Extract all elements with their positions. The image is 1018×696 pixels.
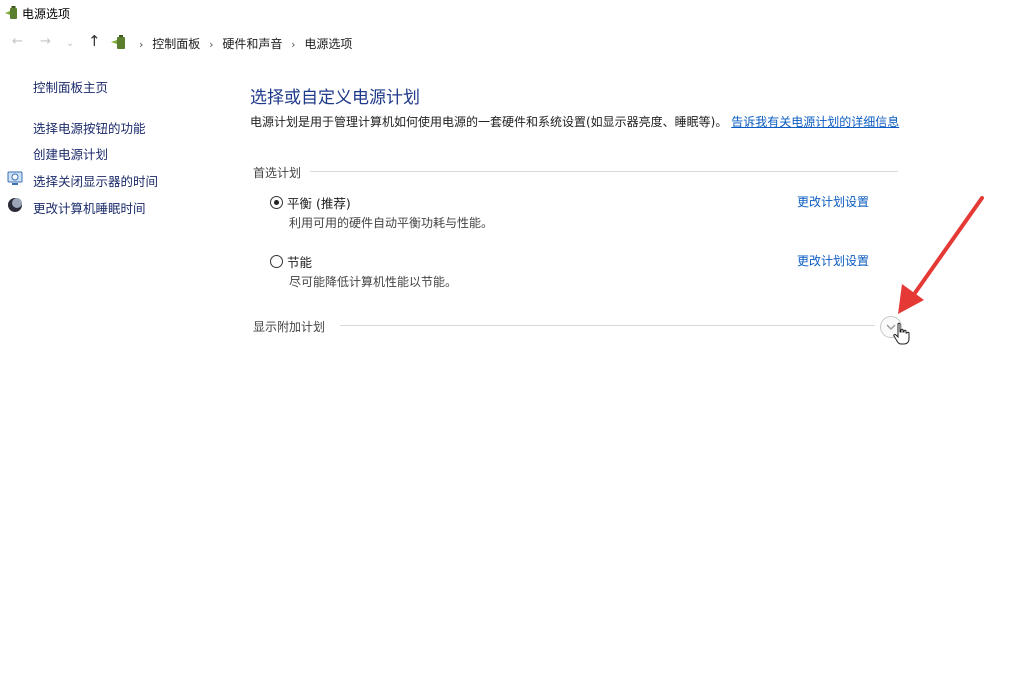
up-arrow-icon[interactable]: ↑ xyxy=(88,33,101,49)
monitor-icon xyxy=(7,171,23,185)
breadcrumb-control-panel[interactable]: 控制面板 xyxy=(152,37,200,51)
control-panel-icon xyxy=(111,35,125,49)
sleep-moon-icon xyxy=(8,198,22,212)
breadcrumb: › 控制面板 › 硬件和声音 › 电源选项 xyxy=(134,35,352,52)
power-options-icon xyxy=(5,6,17,19)
sidebar-link-control-panel-home[interactable]: 控制面板主页 xyxy=(33,77,108,96)
breadcrumb-separator: › xyxy=(209,38,214,51)
group-divider xyxy=(340,325,875,326)
recent-locations-chevron-icon[interactable]: ⌄ xyxy=(66,36,74,52)
plan-balanced-description: 利用可用的硬件自动平衡功耗与性能。 xyxy=(289,216,494,230)
plan-balanced-change-settings-link[interactable]: 更改计划设置 xyxy=(797,193,869,210)
plan-power-saver-change-settings-link[interactable]: 更改计划设置 xyxy=(797,252,869,269)
group-divider xyxy=(310,171,898,172)
sidebar-link-power-button-function[interactable]: 选择电源按钮的功能 xyxy=(33,118,146,137)
plan-power-saver-name[interactable]: 节能 xyxy=(287,252,312,271)
breadcrumb-power-options[interactable]: 电源选项 xyxy=(304,37,352,51)
breadcrumb-separator: › xyxy=(139,38,144,51)
sidebar-link-create-plan[interactable]: 创建电源计划 xyxy=(33,144,108,163)
breadcrumb-separator: › xyxy=(291,38,296,51)
window-title: 电源选项 xyxy=(22,7,71,21)
plan-power-saver-description: 尽可能降低计算机性能以节能。 xyxy=(289,275,458,289)
hand-cursor-icon xyxy=(893,322,910,345)
plan-balanced-name[interactable]: 平衡 (推荐) xyxy=(287,193,351,212)
page-description: 电源计划是用于管理计算机如何使用电源的一套硬件和系统设置(如显示器亮度、睡眠等)… xyxy=(250,114,900,130)
plan-power-saver-radio[interactable] xyxy=(270,255,283,268)
forward-arrow-icon[interactable]: → xyxy=(40,34,51,50)
back-arrow-icon[interactable]: ← xyxy=(12,34,23,50)
page-title: 选择或自定义电源计划 xyxy=(250,88,420,108)
annotation-arrow-icon xyxy=(898,196,984,314)
plan-balanced-radio[interactable] xyxy=(270,196,283,209)
sidebar-link-sleep-time[interactable]: 更改计算机睡眠时间 xyxy=(33,198,146,217)
preferred-plans-label: 首选计划 xyxy=(253,164,310,181)
description-text: 电源计划是用于管理计算机如何使用电源的一套硬件和系统设置(如显示器亮度、睡眠等)… xyxy=(250,115,728,129)
radio-selected-dot xyxy=(274,200,279,205)
breadcrumb-hardware-sound[interactable]: 硬件和声音 xyxy=(222,37,282,51)
title-bar: 电源选项 xyxy=(0,0,1018,28)
show-additional-plans-label[interactable]: 显示附加计划 xyxy=(253,318,334,335)
sidebar-link-display-off-time[interactable]: 选择关闭显示器的时间 xyxy=(33,171,158,190)
learn-more-power-plans-link[interactable]: 告诉我有关电源计划的详细信息 xyxy=(731,115,899,129)
